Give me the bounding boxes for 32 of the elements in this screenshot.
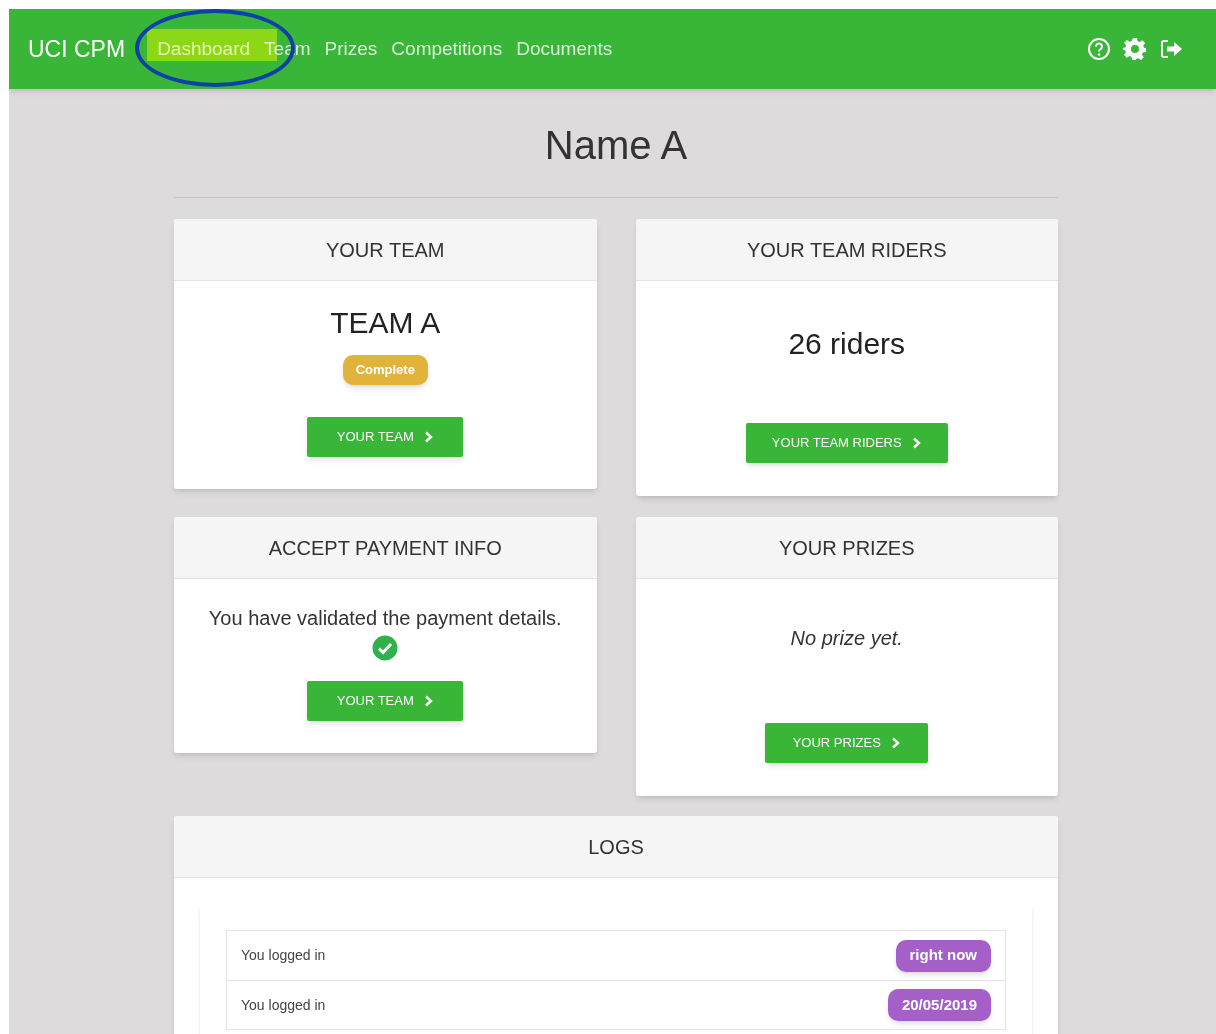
brand-name: UCI CPM — [28, 34, 126, 64]
chevron-icon — [423, 695, 434, 707]
empty-message: No prize yet. — [790, 626, 903, 651]
card-title: LOGS — [588, 834, 644, 860]
chevron-icon — [890, 737, 901, 749]
card-title: YOUR PRIZES — [778, 535, 915, 561]
chevron-icon — [423, 431, 434, 443]
chevron-icon — [911, 437, 922, 449]
payment-message: You have validated the payment details. — [208, 606, 562, 631]
settings-icon[interactable] — [1123, 37, 1147, 61]
nav-link[interactable]: Prizes — [318, 37, 384, 59]
nav-link[interactable]: Competitions — [385, 37, 509, 59]
logout-icon[interactable] — [1159, 37, 1183, 61]
nav-button[interactable]: YOUR TEAM RIDERS — [745, 423, 948, 463]
team-name: TEAM A — [330, 305, 441, 341]
nav-button[interactable]: YOUR TEAM — [307, 681, 464, 721]
status-badge: Complete — [342, 355, 428, 385]
check-circle-icon — [372, 635, 399, 661]
card-title: YOUR TEAM — [325, 237, 445, 263]
help-icon[interactable] — [1087, 37, 1111, 61]
nav-link[interactable]: Dashboard — [151, 37, 257, 59]
log-text: You logged in — [241, 946, 326, 965]
page-title: Name A — [543, 122, 689, 169]
card-title: ACCEPT PAYMENT INFO — [268, 535, 502, 561]
nav-button[interactable]: YOUR PRIZES — [765, 723, 929, 763]
time-badge: right now — [895, 939, 991, 972]
time-badge: 20/05/2019 — [887, 989, 991, 1021]
nav-button[interactable]: YOUR TEAM — [307, 417, 464, 457]
nav-link[interactable]: Documents — [510, 37, 619, 59]
card-title: YOUR TEAM RIDERS — [746, 237, 947, 263]
rider-count: 26 riders — [788, 326, 906, 362]
log-text: You logged in — [241, 995, 326, 1015]
